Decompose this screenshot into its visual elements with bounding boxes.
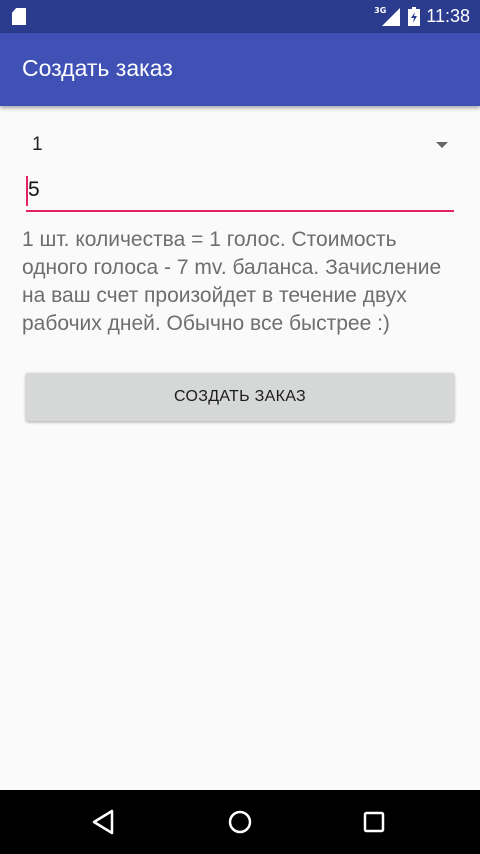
quantity-input[interactable]: 5 [26, 172, 454, 212]
status-right-group: 3G 11:38 [374, 0, 470, 33]
sd-card-icon [12, 8, 26, 25]
dropdown-arrow-icon [436, 142, 448, 148]
page-title: Создать заказ [22, 55, 173, 81]
app-bar: Создать заказ [0, 33, 480, 106]
status-bar: 3G 11:38 [0, 0, 480, 33]
signal-icon [382, 7, 401, 26]
quantity-input-value: 5 [28, 178, 40, 201]
clock: 11:38 [426, 6, 470, 26]
create-order-button[interactable]: СОЗДАТЬ ЗАКАЗ [26, 373, 454, 421]
info-text: 1 шт. количества = 1 голос. Стоимость од… [22, 228, 442, 335]
amount-spinner[interactable]: 1 [22, 126, 458, 164]
navigation-bar [0, 790, 480, 854]
battery-charging-icon [408, 7, 421, 26]
recents-icon[interactable] [358, 806, 390, 838]
back-icon[interactable] [88, 806, 120, 838]
home-icon[interactable] [224, 806, 256, 838]
spinner-selected-value: 1 [32, 134, 43, 155]
